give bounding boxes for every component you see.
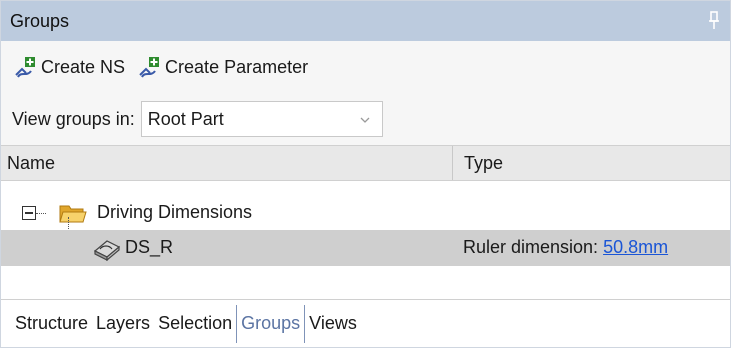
folder-icon	[59, 205, 87, 223]
tab-layers[interactable]: Layers	[92, 305, 154, 343]
create-parameter-label: Create Parameter	[165, 56, 309, 77]
column-header-name[interactable]: Name	[1, 146, 453, 180]
toolbar: Create NS Create Parameter	[1, 41, 730, 93]
column-header-type[interactable]: Type	[453, 146, 730, 180]
view-groups-select[interactable]: Root Part	[140, 101, 383, 137]
panel-titlebar: Groups	[1, 1, 730, 41]
collapse-toggle-icon[interactable]	[22, 206, 36, 220]
create-parameter-button[interactable]: Create Parameter	[137, 55, 308, 79]
create-ns-button[interactable]: Create NS	[13, 55, 125, 79]
bottom-tabs: Structure Layers Selection Groups Views	[1, 300, 730, 347]
groups-tree: Driving Dimensions DS_R Ruler dimension:…	[1, 181, 730, 299]
chevron-down-icon	[360, 117, 370, 123]
create-group-icon	[139, 57, 160, 78]
tab-groups[interactable]: Groups	[236, 304, 306, 343]
tree-item-type: Ruler dimension: 50.8mm	[463, 237, 668, 258]
column-type-label: Type	[464, 152, 504, 173]
view-groups-selected-value: Root Part	[147, 108, 224, 129]
tree-group-label: Driving Dimensions	[97, 202, 253, 222]
tree-item-type-prefix: Ruler dimension:	[463, 237, 604, 257]
column-name-label: Name	[7, 152, 56, 173]
pin-icon[interactable]	[708, 11, 720, 31]
view-groups-label: View groups in:	[12, 108, 135, 129]
groups-panel: Groups Create NS Create Parameter View g…	[0, 0, 731, 348]
tab-structure[interactable]: Structure	[11, 305, 92, 343]
tab-views[interactable]: Views	[305, 305, 361, 343]
tree-item-label: DS_R	[125, 237, 174, 257]
panel-title: Groups	[10, 10, 70, 31]
tab-selection[interactable]: Selection	[154, 305, 236, 343]
dimension-icon	[93, 240, 121, 261]
create-group-icon	[15, 57, 35, 78]
view-groups-row: View groups in: Root Part	[1, 93, 730, 145]
dimension-value-link[interactable]: 50.8mm	[603, 237, 668, 257]
create-ns-label: Create NS	[41, 56, 126, 77]
tree-row-ds-r[interactable]: DS_R Ruler dimension: 50.8mm	[1, 230, 730, 266]
tree-connector	[36, 213, 46, 214]
column-header: Name Type	[1, 145, 730, 181]
tree-row-driving-dimensions[interactable]: Driving Dimensions	[1, 195, 730, 231]
